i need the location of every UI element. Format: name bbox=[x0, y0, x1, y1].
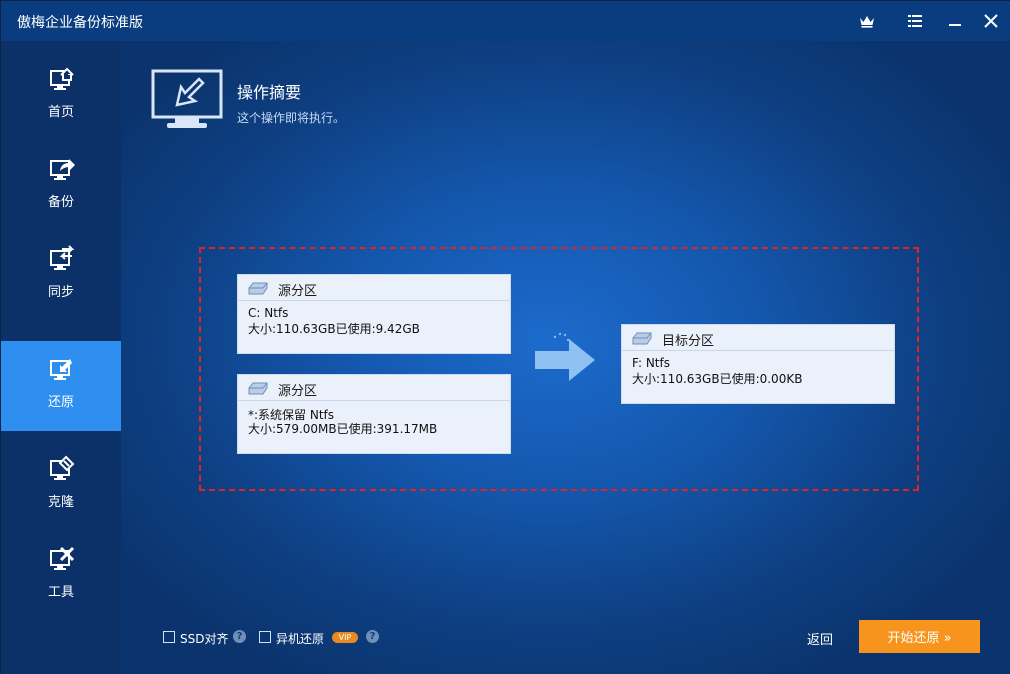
app-title: 傲梅企业备份标准版 bbox=[17, 15, 143, 31]
app-window: 傲梅企业备份标准版 首页 备份 同步 还原 克隆 工具 操作摘要 这个操作即将执… bbox=[0, 0, 1010, 674]
disk-icon bbox=[248, 282, 268, 295]
sidebar: 首页 备份 同步 还原 克隆 工具 bbox=[1, 41, 121, 674]
vip-badge: VIP bbox=[332, 632, 358, 643]
partition-name: F: Ntfs bbox=[632, 356, 670, 370]
restore-monitor-icon bbox=[50, 359, 72, 380]
target-partition-panel: 目标分区 F: Ntfs 大小:110.63GB已使用:0.00KB bbox=[621, 324, 895, 404]
sidebar-item-sync[interactable]: 同步 bbox=[1, 231, 121, 321]
crown-icon[interactable] bbox=[855, 9, 879, 33]
sidebar-item-label: 克隆 bbox=[47, 495, 74, 510]
sidebar-item-label: 备份 bbox=[47, 195, 74, 210]
panel-header: 源分区 bbox=[238, 275, 510, 301]
back-button[interactable]: 返回 bbox=[807, 629, 833, 648]
tools-monitor-icon bbox=[50, 546, 75, 570]
universal-restore-checkbox[interactable] bbox=[259, 631, 271, 643]
backup-monitor-icon bbox=[50, 159, 75, 180]
panel-title: 源分区 bbox=[278, 384, 318, 399]
page-title: 操作摘要 bbox=[237, 83, 302, 102]
partition-name: C: Ntfs bbox=[248, 306, 289, 320]
minimize-icon[interactable] bbox=[943, 9, 967, 33]
disk-icon bbox=[632, 332, 652, 345]
help-icon[interactable]: ? bbox=[366, 630, 379, 643]
source-partition-panel: 源分区 *:系统保留 Ntfs 大小:579.00MB已使用:391.17MB bbox=[237, 374, 511, 454]
close-icon[interactable] bbox=[979, 9, 1003, 33]
panel-title: 目标分区 bbox=[662, 334, 715, 349]
menu-icon[interactable] bbox=[903, 9, 927, 33]
sidebar-item-restore[interactable]: 还原 bbox=[1, 341, 121, 431]
universal-restore-label: 异机还原 bbox=[276, 632, 325, 646]
sidebar-item-home[interactable]: 首页 bbox=[1, 51, 121, 141]
sidebar-item-label: 还原 bbox=[47, 395, 74, 410]
arrow-right-icon bbox=[535, 339, 595, 381]
sidebar-item-label: 工具 bbox=[47, 585, 74, 600]
sync-monitor-icon bbox=[50, 245, 75, 270]
partition-size: 大小:110.63GB已使用:9.42GB bbox=[248, 322, 420, 336]
source-partition-panel: 源分区 C: Ntfs 大小:110.63GB已使用:9.42GB bbox=[237, 274, 511, 354]
sidebar-item-label: 首页 bbox=[47, 105, 74, 120]
sidebar-item-tools[interactable]: 工具 bbox=[1, 531, 121, 621]
panel-title: 源分区 bbox=[278, 284, 318, 299]
start-restore-button[interactable]: 开始还原 » bbox=[859, 620, 980, 653]
panel-header: 目标分区 bbox=[622, 325, 894, 351]
start-restore-label: 开始还原 » bbox=[887, 631, 952, 646]
home-monitor-icon bbox=[50, 67, 74, 90]
page-subtitle: 这个操作即将执行。 bbox=[237, 111, 346, 125]
sidebar-item-label: 同步 bbox=[47, 285, 74, 300]
sidebar-item-backup[interactable]: 备份 bbox=[1, 141, 121, 231]
title-bar: 傲梅企业备份标准版 bbox=[1, 1, 1010, 41]
main-content: 操作摘要 这个操作即将执行。 源分区 C: Ntfs 大小:110.63GB已使… bbox=[121, 41, 1010, 674]
partition-size: 大小:110.63GB已使用:0.00KB bbox=[632, 372, 803, 386]
operation-summary-icon bbox=[151, 69, 223, 128]
sidebar-item-clone[interactable]: 克隆 bbox=[1, 441, 121, 531]
clone-monitor-icon bbox=[50, 455, 75, 480]
disk-icon bbox=[248, 382, 268, 395]
partition-size: 大小:579.00MB已使用:391.17MB bbox=[248, 422, 438, 436]
ssd-align-label: SSD对齐 bbox=[180, 632, 229, 646]
help-icon[interactable]: ? bbox=[233, 630, 246, 643]
ssd-align-checkbox[interactable] bbox=[163, 631, 175, 643]
panel-header: 源分区 bbox=[238, 375, 510, 401]
